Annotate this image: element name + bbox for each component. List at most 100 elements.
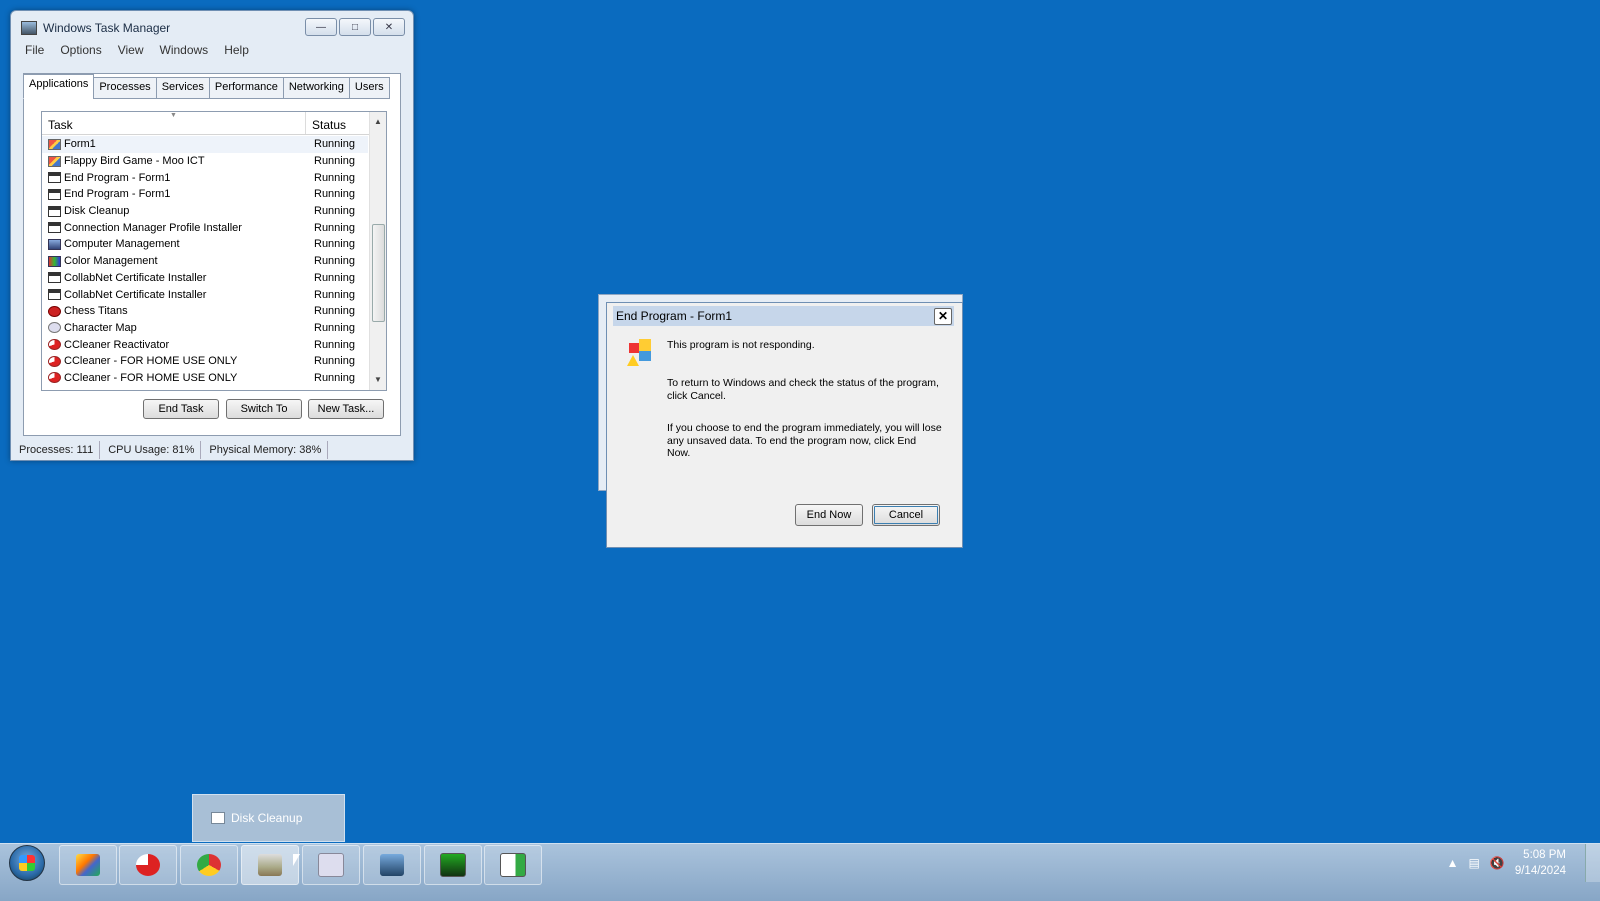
taskbar-button-character-map[interactable]: [302, 845, 360, 885]
ccleaner-icon: [48, 355, 61, 367]
computer-management-icon: [48, 238, 61, 250]
task-name: CollabNet Certificate Installer: [64, 271, 207, 284]
window-icon: [48, 272, 61, 284]
task-name: Color Management: [64, 255, 158, 268]
dialog-title-bar[interactable]: End Program - Form1 ✕: [613, 306, 954, 326]
task-name: Computer Management: [64, 238, 180, 251]
task-status: Running: [314, 305, 355, 318]
task-status: Running: [314, 171, 355, 184]
end-task-button[interactable]: End Task: [143, 399, 219, 419]
menu-help[interactable]: Help: [216, 41, 257, 59]
table-row[interactable]: CCleaner - FOR HOME USE ONLY Running: [42, 370, 368, 387]
computer-management-icon: [380, 854, 404, 876]
show-desktop-button[interactable]: [1585, 844, 1600, 882]
window-icon: [48, 289, 61, 301]
menu-options[interactable]: Options: [52, 41, 109, 59]
tab-users[interactable]: Users: [348, 77, 390, 99]
start-button[interactable]: [4, 844, 50, 882]
clock-time: 5:08 PM: [1523, 849, 1566, 861]
task-name: Flappy Bird Game - Moo ICT: [64, 155, 205, 168]
task-name: CCleaner - FOR HOME USE ONLY: [64, 371, 238, 384]
ccleaner-icon: [48, 372, 61, 384]
applications-list[interactable]: ▼ Task Status Form1 Running Flappy Bird Gam…: [41, 111, 387, 391]
cpu-usage: CPU Usage: 81%: [106, 441, 202, 459]
volume-muted-icon[interactable]: 🔇: [1490, 856, 1505, 870]
task-name: Form1: [64, 138, 96, 151]
taskbar: ▲ ▤ 🔇 5:08 PM 9/14/2024: [0, 843, 1600, 901]
vertical-scrollbar[interactable]: ▲ ▼: [369, 112, 386, 390]
task-status: Running: [314, 271, 355, 284]
app-icon: [48, 138, 61, 150]
table-row[interactable]: Connection Manager Profile Installer Runn…: [42, 219, 368, 236]
dialog-close-icon[interactable]: ✕: [934, 308, 952, 325]
chrome-icon: [197, 854, 221, 876]
table-row[interactable]: CCleaner - FOR HOME USE ONLY Running: [42, 353, 368, 370]
taskbar-button-chrome[interactable]: [180, 845, 238, 885]
switch-to-button[interactable]: Switch To: [226, 399, 302, 419]
task-rows: Form1 Running Flappy Bird Game - Moo ICT Ru…: [42, 136, 368, 386]
sort-arrow-icon: ▼: [170, 112, 177, 119]
task-manager-icon: [21, 21, 37, 35]
window-title: Windows Task Manager: [43, 21, 171, 35]
menu-windows[interactable]: Windows: [152, 41, 217, 59]
table-row[interactable]: CollabNet Certificate Installer Running: [42, 286, 368, 303]
taskbar-thumbnail-preview[interactable]: Disk Cleanup: [192, 794, 345, 842]
end-program-dialog[interactable]: End Program - Form1 ✕ This program is no…: [606, 302, 963, 548]
scroll-up-icon[interactable]: ▲: [370, 114, 386, 130]
taskbar-button-task-manager[interactable]: [424, 845, 482, 885]
table-row[interactable]: CCleaner Reactivator Running: [42, 336, 368, 353]
taskbar-button-disk-cleanup[interactable]: [241, 845, 299, 885]
window-icon: [48, 188, 61, 200]
scroll-thumb[interactable]: [372, 224, 385, 322]
cancel-button[interactable]: Cancel: [872, 504, 940, 526]
task-name: CCleaner Reactivator: [64, 338, 170, 351]
task-manager-window[interactable]: Windows Task Manager — □ ✕ File Options …: [10, 10, 414, 461]
table-row[interactable]: Disk Cleanup Running: [42, 203, 368, 220]
taskbar-button-computer-management[interactable]: [363, 845, 421, 885]
task-name: CCleaner - FOR HOME USE ONLY: [64, 355, 238, 368]
tab-services[interactable]: Services: [155, 77, 210, 99]
task-status: Running: [314, 355, 355, 368]
table-row[interactable]: Flappy Bird Game - Moo ICT Running: [42, 153, 368, 170]
dialog-message-3: If you choose to end the program immedia…: [667, 422, 942, 459]
task-name: End Program - Form1: [64, 171, 171, 184]
title-bar[interactable]: Windows Task Manager: [21, 19, 301, 37]
task-name: Connection Manager Profile Installer: [64, 221, 242, 234]
task-status: Running: [314, 371, 355, 384]
new-task-button[interactable]: New Task...: [308, 399, 384, 419]
scroll-down-icon[interactable]: ▼: [370, 372, 386, 388]
table-row[interactable]: Computer Management Running: [42, 236, 368, 253]
table-row[interactable]: Color Management Running: [42, 253, 368, 270]
clock[interactable]: 5:08 PM 9/14/2024: [1515, 847, 1590, 879]
tab-networking[interactable]: Networking: [282, 77, 350, 99]
table-row[interactable]: Chess Titans Running: [42, 303, 368, 320]
task-status: Running: [314, 288, 355, 301]
maximize-button[interactable]: □: [339, 18, 371, 36]
table-row[interactable]: End Program - Form1 Running: [42, 186, 368, 203]
taskbar-button-ccleaner[interactable]: [119, 845, 177, 885]
task-status: Running: [314, 338, 355, 351]
column-header-task[interactable]: ▼ Task: [42, 112, 306, 134]
table-row[interactable]: CollabNet Certificate Installer Running: [42, 270, 368, 287]
table-row[interactable]: Character Map Running: [42, 320, 368, 337]
end-now-button[interactable]: End Now: [795, 504, 863, 526]
tab-processes[interactable]: Processes: [93, 77, 157, 99]
table-row[interactable]: Form1 Running: [42, 136, 368, 153]
taskbar-button-monitor[interactable]: [59, 845, 117, 885]
menu-file[interactable]: File: [17, 41, 52, 59]
table-row[interactable]: End Program - Form1 Running: [42, 169, 368, 186]
menu-view[interactable]: View: [110, 41, 152, 59]
disk-cleanup-icon: [258, 854, 282, 876]
network-icon[interactable]: ▤: [1469, 856, 1480, 870]
dialog-message-2: To return to Windows and check the statu…: [667, 377, 939, 402]
tab-performance[interactable]: Performance: [208, 77, 284, 99]
dialog-message-1: This program is not responding.: [667, 339, 815, 351]
dialog-title: End Program - Form1: [616, 309, 733, 323]
taskbar-button-form-app[interactable]: [484, 845, 542, 885]
close-button[interactable]: ✕: [373, 18, 405, 36]
chess-icon: [48, 305, 61, 317]
show-hidden-icons-icon[interactable]: ▲: [1447, 856, 1459, 870]
minimize-button[interactable]: —: [305, 18, 337, 36]
ccleaner-icon: [136, 854, 160, 876]
tab-applications[interactable]: Applications: [23, 74, 95, 99]
